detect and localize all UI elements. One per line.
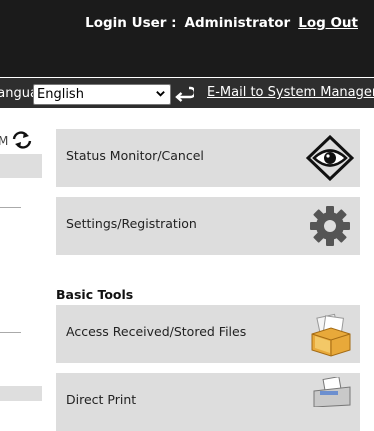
left-panel-bar	[0, 154, 42, 178]
gear-icon	[310, 206, 350, 246]
refresh-icon[interactable]	[11, 130, 33, 150]
left-panel-text: M	[0, 134, 9, 148]
login-user-label: Login User :	[85, 15, 177, 31]
login-user-name: Administrator	[184, 15, 291, 31]
logout-link[interactable]: Log Out	[298, 15, 358, 31]
left-panel-bar	[0, 386, 42, 401]
chevron-down-icon	[156, 91, 165, 97]
tile-label: Settings/Registration	[66, 216, 197, 231]
language-select-value: English	[37, 87, 84, 102]
access-stored-files-tile[interactable]: Access Received/Stored Files	[56, 305, 360, 363]
settings-registration-tile[interactable]: Settings/Registration	[56, 197, 360, 255]
tile-label: Direct Print	[66, 392, 137, 407]
email-system-manager-link[interactable]: E-Mail to System Manager	[207, 85, 374, 100]
printer-icon	[313, 377, 351, 407]
top-header: Login User : Administrator Log Out	[0, 0, 374, 77]
basic-tools-heading: Basic Tools	[56, 287, 134, 302]
tile-label: Access Received/Stored Files	[66, 324, 247, 339]
language-select[interactable]: English	[33, 84, 171, 105]
direct-print-tile[interactable]: Direct Print	[56, 373, 360, 431]
file-box-icon	[311, 313, 351, 357]
login-info: Login User : Administrator Log Out	[85, 15, 358, 31]
eye-icon	[306, 135, 354, 181]
left-divider	[0, 332, 21, 333]
apply-return-icon[interactable]	[174, 84, 194, 104]
status-monitor-tile[interactable]: Status Monitor/Cancel	[56, 129, 360, 187]
tile-label: Status Monitor/Cancel	[66, 148, 204, 163]
left-divider	[0, 207, 21, 208]
